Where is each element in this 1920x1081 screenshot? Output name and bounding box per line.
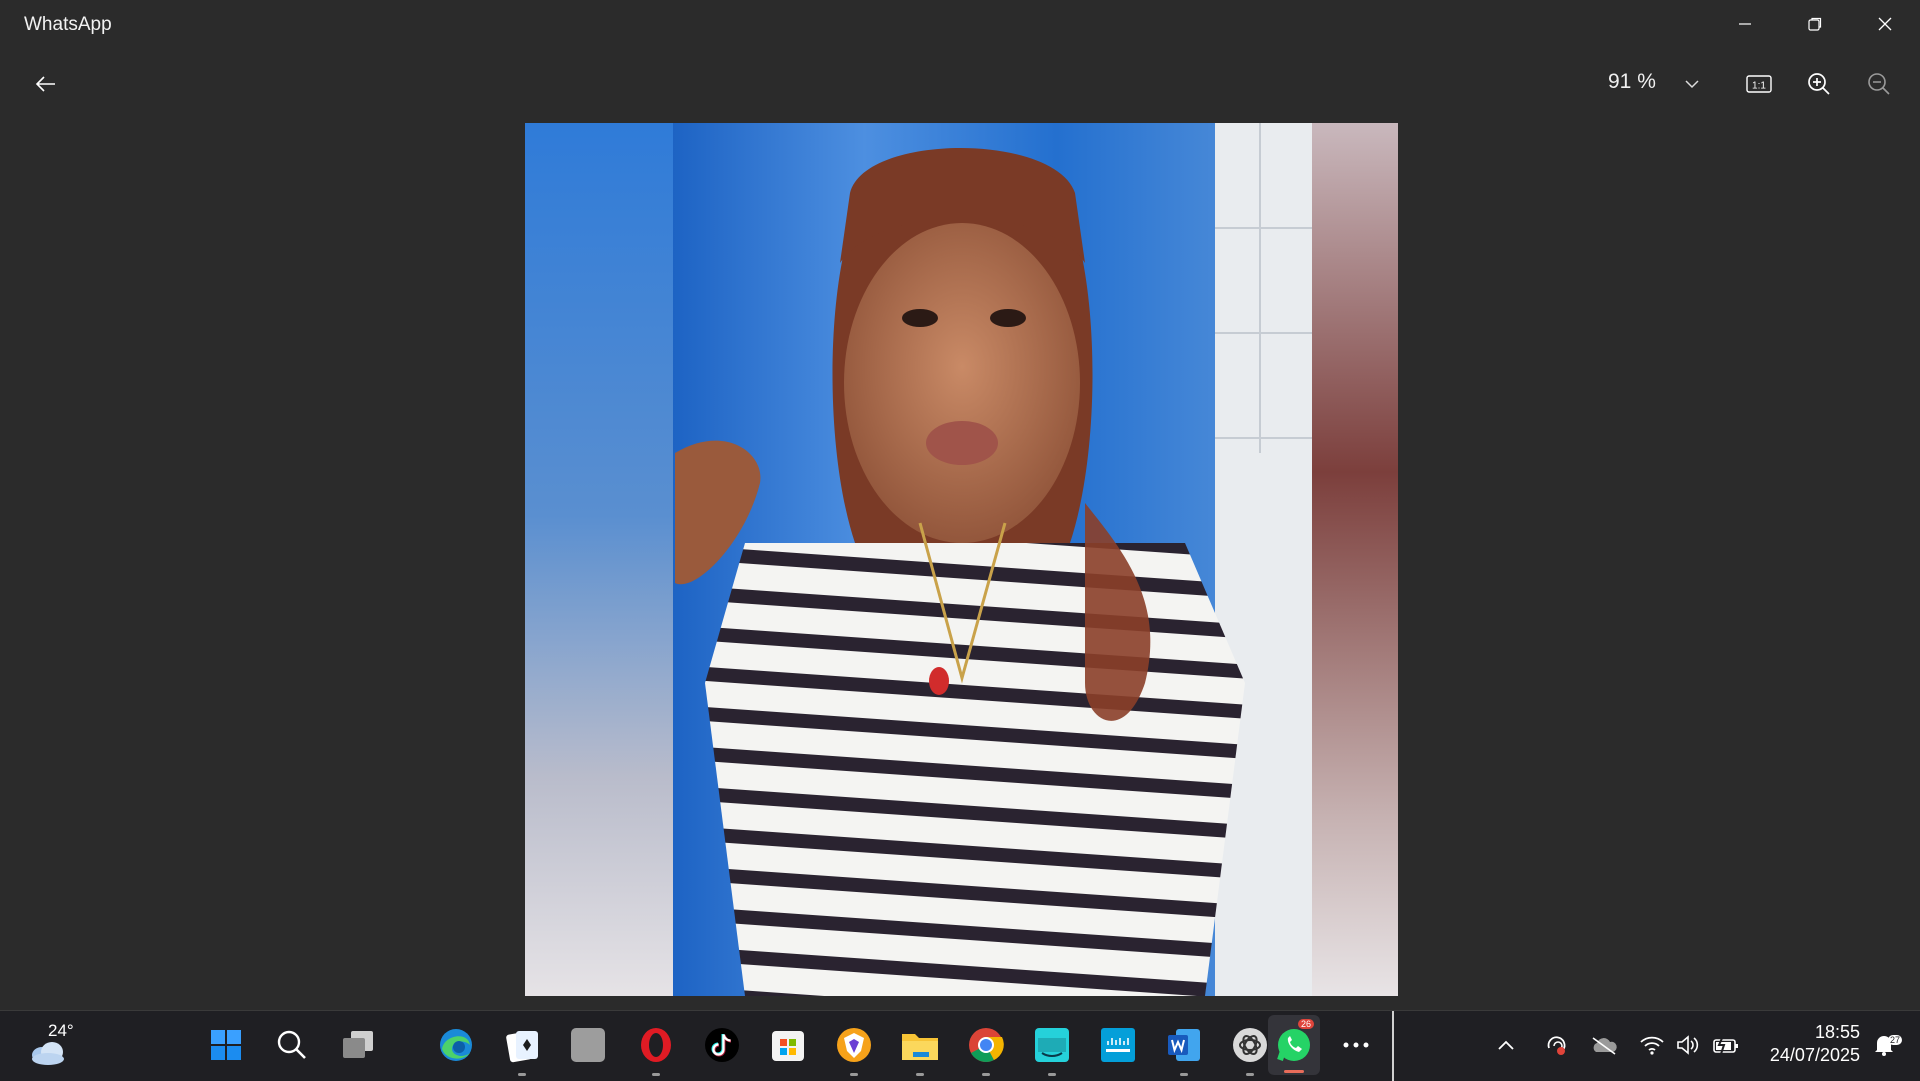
tiktok-icon [705, 1028, 739, 1062]
amazon-music-button[interactable] [1030, 1023, 1074, 1076]
cloud-offline-icon [1592, 1037, 1617, 1055]
edge-button[interactable] [434, 1023, 478, 1067]
taskbar-divider [1392, 1011, 1394, 1081]
notification-center-button[interactable]: 27 [1864, 1023, 1904, 1067]
search-icon [277, 1030, 306, 1059]
running-indicator [518, 1073, 526, 1076]
app-title: WhatsApp [24, 14, 112, 35]
more-icon [1343, 1042, 1369, 1048]
chrome-icon [969, 1028, 1004, 1062]
restore-icon [1808, 17, 1822, 31]
running-indicator [850, 1073, 858, 1076]
chatgpt-icon [1233, 1028, 1267, 1062]
more-apps-button[interactable] [1334, 1023, 1378, 1067]
chevron-up-icon [1498, 1040, 1514, 1050]
actual-size-icon: 1:1 [1746, 75, 1772, 93]
microsoft-store-button[interactable] [766, 1023, 810, 1067]
zoom-level-text: 91 % [1608, 70, 1656, 93]
show-hidden-icons-button[interactable] [1486, 1023, 1526, 1067]
back-arrow-icon [35, 76, 55, 92]
system-clock[interactable]: 18:55 24/07/2025 [1756, 1021, 1860, 1067]
battery-charging-icon [1713, 1036, 1738, 1054]
cisco-icon [1101, 1028, 1135, 1062]
running-indicator [1180, 1073, 1188, 1076]
opera-button[interactable] [634, 1023, 678, 1076]
sync-icon [1547, 1036, 1566, 1055]
task-view-icon [343, 1031, 373, 1058]
solitaire-button[interactable] [500, 1023, 544, 1076]
speaker-icon [1677, 1035, 1699, 1055]
wifi-icon [1640, 1036, 1664, 1055]
actual-size-button[interactable]: 1:1 [1737, 64, 1781, 104]
brave-button[interactable] [832, 1023, 876, 1076]
solitaire-icon [506, 1031, 538, 1063]
whatsapp-icon [1277, 1029, 1310, 1061]
start-button[interactable] [204, 1023, 248, 1067]
tiktok-button[interactable] [700, 1023, 744, 1067]
running-indicator [982, 1073, 990, 1076]
close-button[interactable] [1852, 0, 1918, 48]
folder-icon [902, 1034, 938, 1060]
running-indicator [916, 1073, 924, 1076]
whatsapp-badge: 26 [1298, 1019, 1315, 1029]
cloudy-icon [32, 1042, 64, 1065]
amazon-music-icon [1035, 1028, 1069, 1062]
weather-temperature: 24° [48, 1021, 74, 1040]
file-explorer-button[interactable] [898, 1023, 942, 1076]
sync-tray-button[interactable] [1536, 1023, 1576, 1067]
actual-size-label: 1:1 [1752, 81, 1766, 92]
clock-date: 24/07/2025 [1769, 1045, 1860, 1065]
minimize-icon [1739, 23, 1751, 25]
chevron-down-icon [1685, 80, 1699, 89]
zoom-dropdown-button[interactable] [1670, 64, 1714, 104]
brave-icon [837, 1028, 871, 1062]
cisco-academy-button[interactable] [1096, 1023, 1140, 1067]
displayed-photo [525, 123, 1398, 996]
running-indicator [1246, 1073, 1254, 1076]
zoom-in-icon [1808, 73, 1830, 95]
chatgpt-button[interactable] [1228, 1023, 1272, 1076]
running-indicator [1048, 1073, 1056, 1076]
taskbar: 24° 26 18:55 24/07/2025 27 [0, 1010, 1920, 1081]
clock-time: 18:55 [1814, 1022, 1860, 1042]
app-placeholder-icon [571, 1028, 605, 1062]
close-icon [1878, 17, 1892, 31]
running-indicator [652, 1073, 660, 1076]
blank-app-button[interactable] [566, 1023, 610, 1067]
edge-icon [440, 1029, 472, 1061]
active-indicator [1284, 1070, 1304, 1073]
back-button[interactable] [24, 64, 68, 104]
word-icon [1168, 1029, 1200, 1061]
zoom-out-button[interactable] [1857, 64, 1901, 104]
onedrive-tray-button[interactable] [1584, 1023, 1624, 1067]
zoom-out-icon [1868, 73, 1890, 95]
notification-badge: 27 [1888, 1035, 1903, 1045]
volume-tray-button[interactable] [1668, 1023, 1708, 1067]
minimize-button[interactable] [1712, 0, 1778, 48]
restore-button[interactable] [1782, 0, 1848, 48]
zoom-in-button[interactable] [1797, 64, 1841, 104]
battery-tray-button[interactable] [1706, 1023, 1746, 1067]
search-button[interactable] [270, 1023, 314, 1067]
word-button[interactable] [1162, 1023, 1206, 1076]
wifi-tray-button[interactable] [1632, 1023, 1672, 1067]
weather-widget[interactable]: 24° [24, 1021, 88, 1067]
opera-icon [641, 1028, 671, 1062]
whatsapp-button[interactable]: 26 [1268, 1015, 1320, 1075]
windows-logo-icon [211, 1030, 241, 1060]
task-view-button[interactable] [336, 1023, 380, 1067]
title-bar: WhatsApp [0, 0, 1920, 50]
chrome-button[interactable] [964, 1023, 1008, 1076]
store-icon [772, 1031, 804, 1061]
